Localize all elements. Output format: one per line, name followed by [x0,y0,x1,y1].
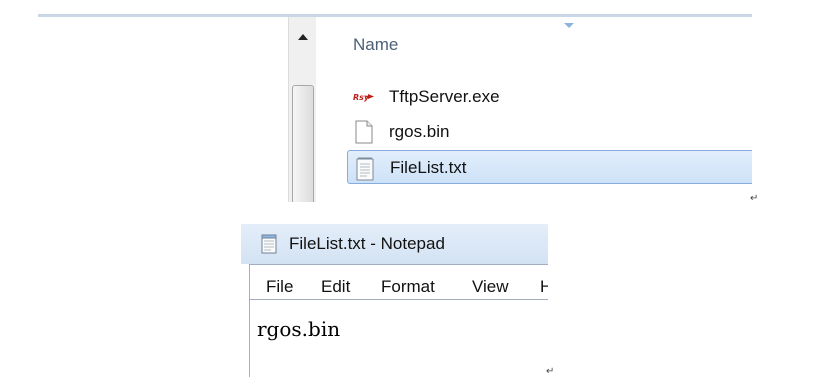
text-editor-area[interactable]: rgos.bin [249,299,548,377]
file-row-rgos-bin[interactable]: rgos.bin [347,114,752,148]
notepad-icon [261,234,277,254]
file-name-label: TftpServer.exe [389,87,500,106]
blank-file-icon [355,120,373,144]
file-row-filelist-txt[interactable]: FileList.txt [347,150,752,184]
paragraph-mark-icon: ↵ [546,366,555,377]
scroll-up-arrow-icon[interactable] [289,23,316,51]
menu-file[interactable]: File [266,277,293,297]
menu-help[interactable]: H [540,277,548,297]
notepad-titlebar[interactable]: FileList.txt - Notepad [241,224,548,264]
menu-view[interactable]: View [472,277,509,297]
name-column-header[interactable]: Name [353,35,398,55]
file-row-tftpserver[interactable]: Rsy TftpServer.exe [347,79,752,113]
window-title: FileList.txt - Notepad [289,234,445,253]
menu-bar: File Edit Format View H [249,264,548,299]
text-file-icon [356,157,374,181]
file-name-label: rgos.bin [389,122,450,141]
navigation-scrollbar[interactable] [288,17,317,202]
navigation-pane [38,17,288,202]
explorer-window: Name Rsy TftpServer.exe rgos.bin FileLis… [38,14,752,202]
sort-arrow-icon [564,23,574,28]
notepad-window: FileList.txt - Notepad File Edit Format … [241,224,548,377]
menu-format[interactable]: Format [381,277,435,297]
menu-edit[interactable]: Edit [321,277,350,297]
file-list-pane: Name Rsy TftpServer.exe rgos.bin FileLis… [316,17,752,202]
file-name-label: FileList.txt [390,158,467,177]
paragraph-mark-icon: ↵ [750,193,759,204]
editor-content: rgos.bin [257,317,341,341]
tftp-exe-icon: Rsy [353,93,374,102]
svg-text:Rsy: Rsy [353,93,370,102]
scrollbar-thumb[interactable] [292,85,314,202]
